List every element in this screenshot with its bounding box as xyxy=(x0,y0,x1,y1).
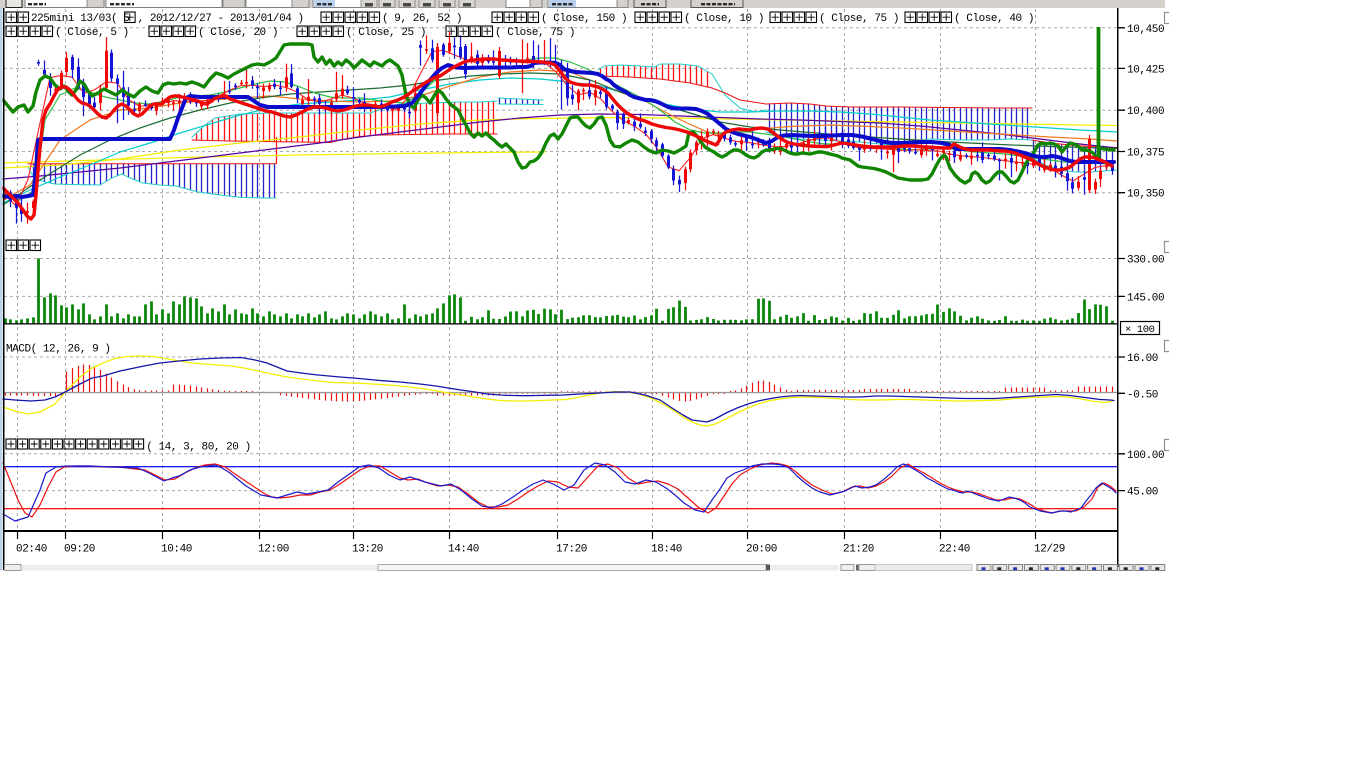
svg-text:14:40: 14:40 xyxy=(448,544,479,556)
svg-text:( Close, 75 ): ( Close, 75 ) xyxy=(495,27,575,39)
svg-text:22:40: 22:40 xyxy=(939,544,970,556)
svg-text:10,350: 10,350 xyxy=(1127,189,1164,201)
svg-text:, 2012/12/27 - 2013/01/04 ): , 2012/12/27 - 2013/01/04 ) xyxy=(138,13,304,25)
svg-text:10:40: 10:40 xyxy=(161,544,192,556)
svg-text:225mini 13/03( 5: 225mini 13/03( 5 xyxy=(31,13,129,25)
svg-text:02:40: 02:40 xyxy=(16,544,47,556)
svg-text:09:20: 09:20 xyxy=(64,544,95,556)
svg-text:( Close, 150 ): ( Close, 150 ) xyxy=(541,13,627,25)
svg-text:( Close, 20 ): ( Close, 20 ) xyxy=(198,27,278,39)
svg-text:( Close, 25 ): ( Close, 25 ) xyxy=(346,27,426,39)
svg-text:12:00: 12:00 xyxy=(258,544,289,556)
svg-text:( Close, 75 ): ( Close, 75 ) xyxy=(819,13,899,25)
svg-text:100.00: 100.00 xyxy=(1127,450,1164,462)
svg-text:145.00: 145.00 xyxy=(1127,292,1164,304)
svg-text:18:40: 18:40 xyxy=(651,544,682,556)
svg-text:12/29: 12/29 xyxy=(1034,544,1065,556)
svg-text:( 9, 26, 52 ): ( 9, 26, 52 ) xyxy=(382,13,462,25)
svg-text:10,400: 10,400 xyxy=(1127,106,1164,118)
svg-text:45.00: 45.00 xyxy=(1127,487,1158,499)
svg-text:21:20: 21:20 xyxy=(843,544,874,556)
svg-text:10,450: 10,450 xyxy=(1127,24,1164,36)
svg-text:16.00: 16.00 xyxy=(1127,353,1158,365)
svg-text:( Close, 5 ): ( Close, 5 ) xyxy=(55,27,129,39)
svg-text:( Close, 10 ): ( Close, 10 ) xyxy=(684,13,764,25)
svg-text:20:00: 20:00 xyxy=(746,544,777,556)
svg-text:× 100: × 100 xyxy=(1125,324,1155,336)
svg-text:-0.50: -0.50 xyxy=(1127,389,1158,401)
svg-text:( Close, 40 ): ( Close, 40 ) xyxy=(954,13,1034,25)
svg-text:( 14, 3, 80, 20 ): ( 14, 3, 80, 20 ) xyxy=(146,442,251,454)
svg-text:10,375: 10,375 xyxy=(1127,148,1164,160)
svg-text:17:20: 17:20 xyxy=(556,544,587,556)
svg-text:330.00: 330.00 xyxy=(1127,255,1164,267)
svg-text:MACD( 12, 26, 9 ): MACD( 12, 26, 9 ) xyxy=(6,344,111,356)
svg-text:13:20: 13:20 xyxy=(352,544,383,556)
svg-text:10,425: 10,425 xyxy=(1127,64,1164,76)
